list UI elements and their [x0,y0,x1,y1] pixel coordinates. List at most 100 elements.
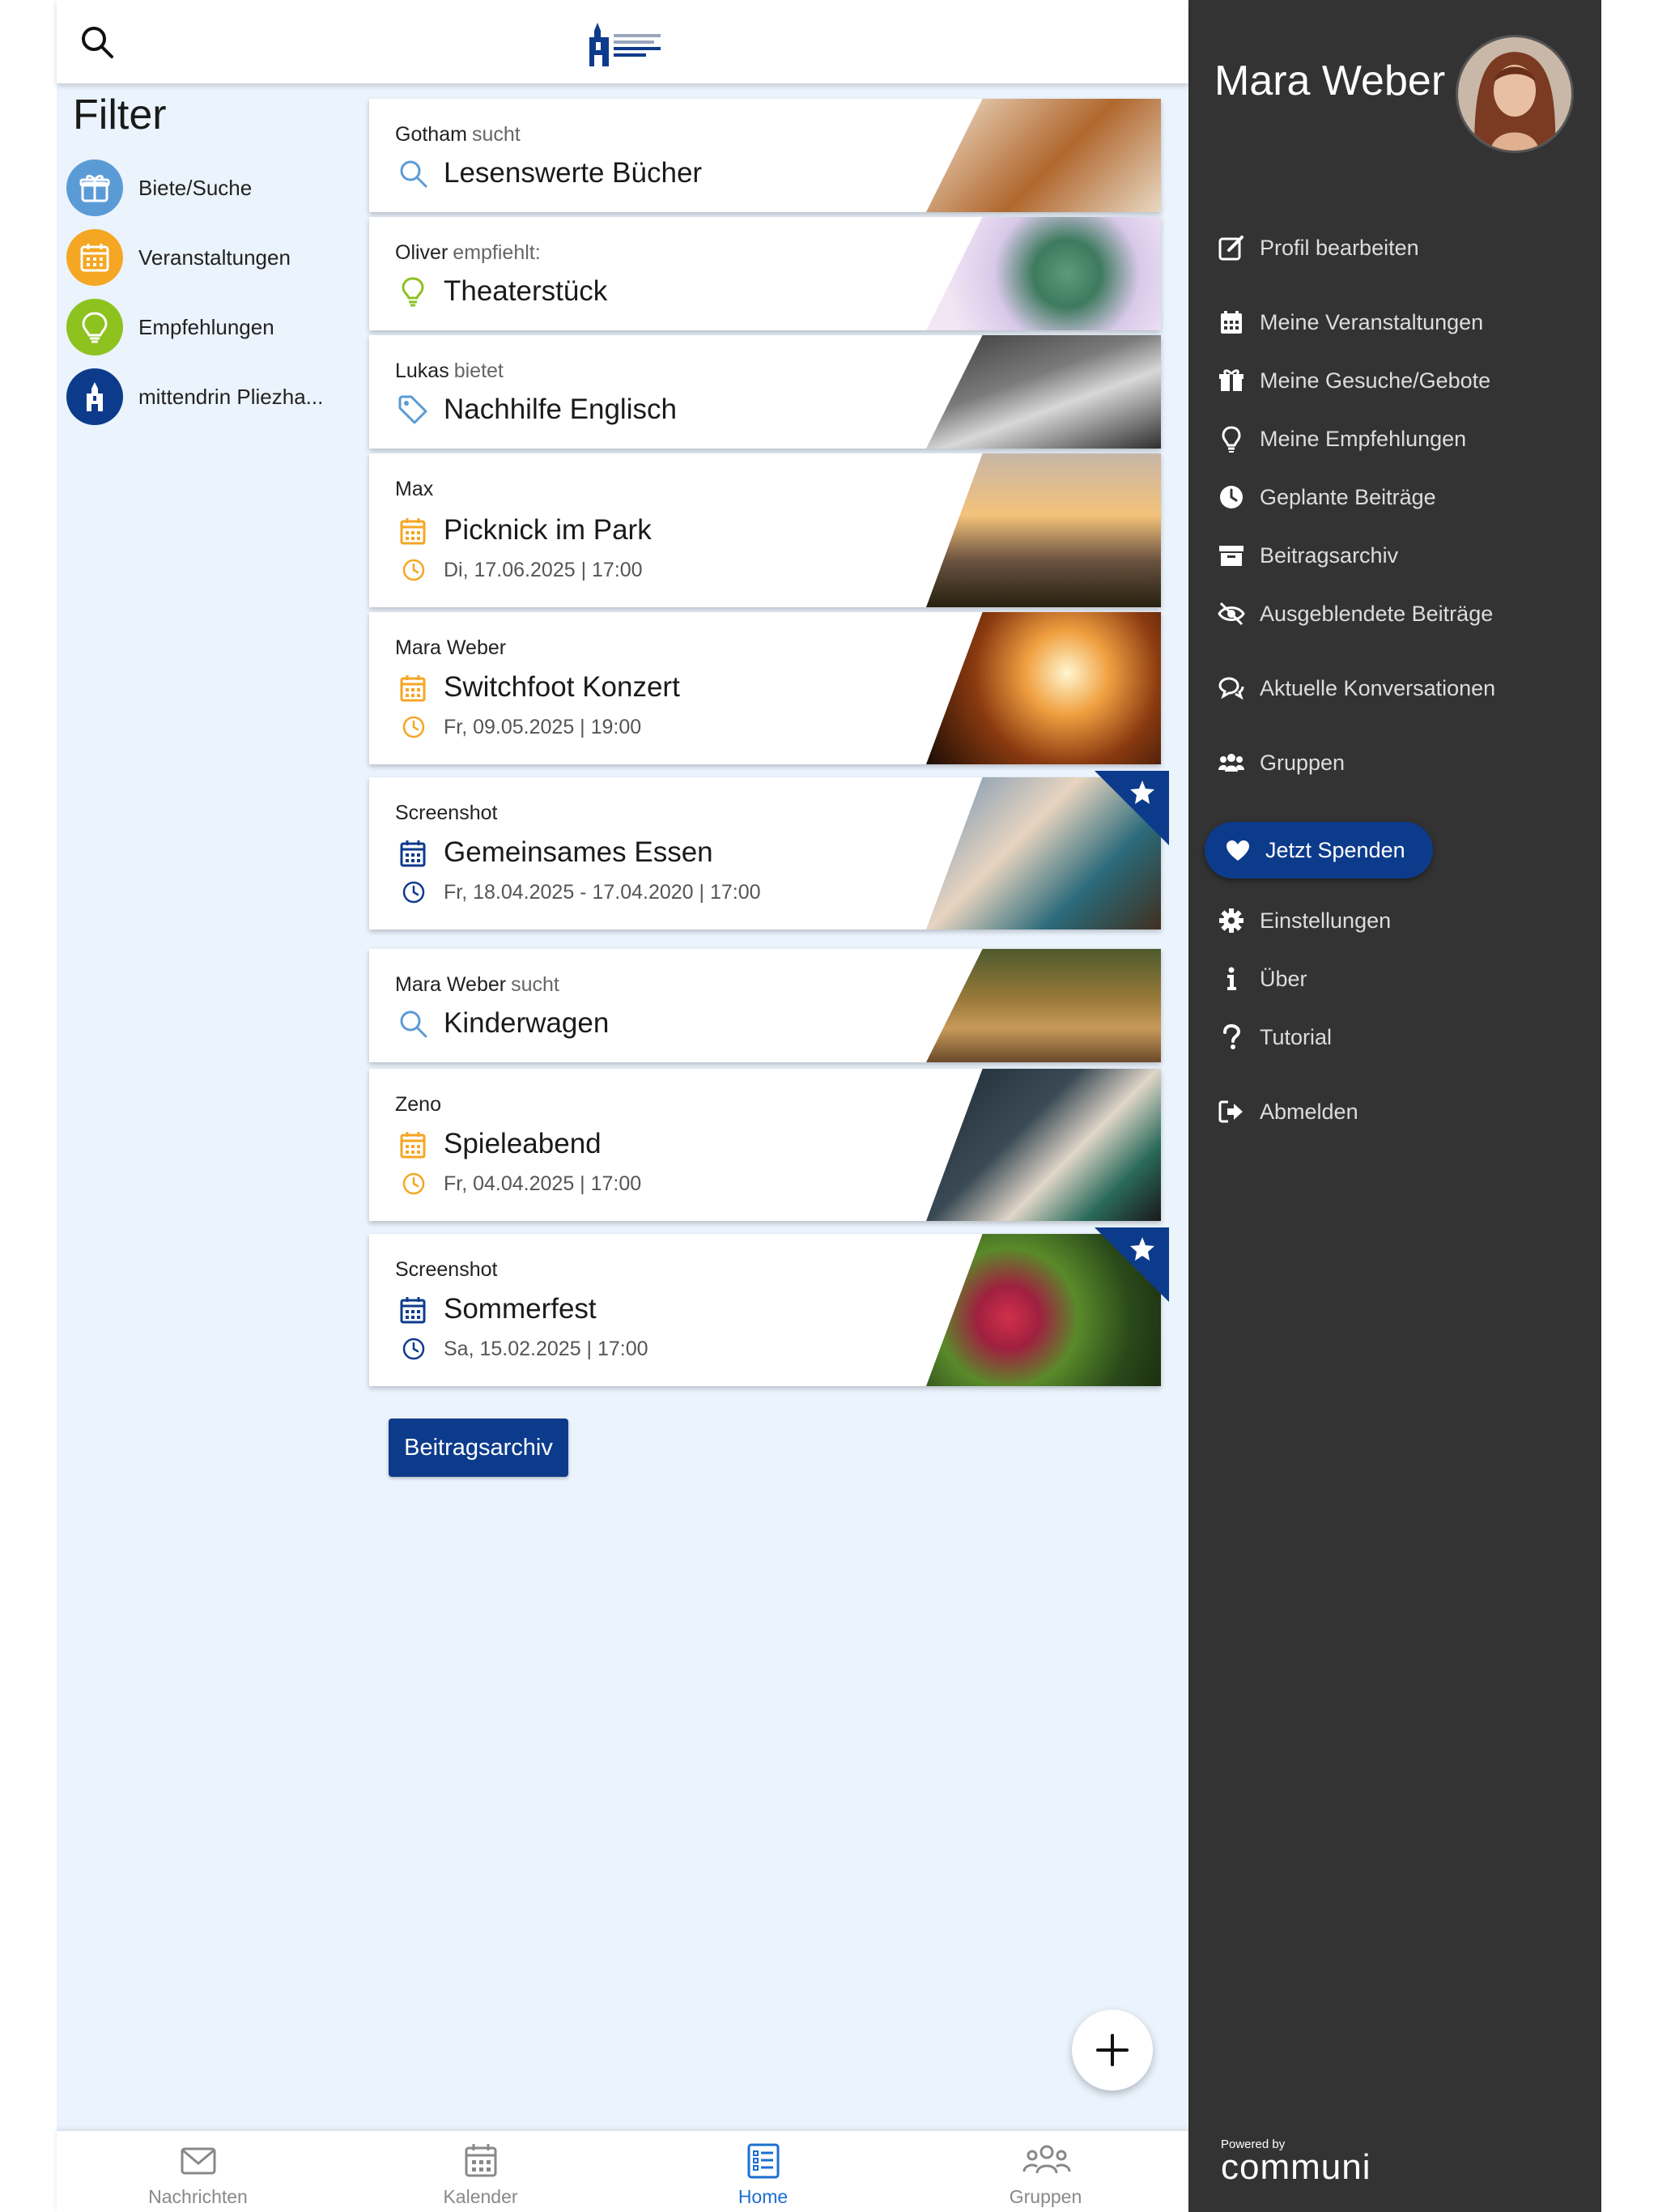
archive-button[interactable]: Beitragsarchiv [389,1419,568,1477]
clock-icon [402,1172,425,1195]
filter-icon-circle [66,368,123,425]
avatar-image [1458,37,1571,151]
filter-item-veranstaltungen[interactable]: Veranstaltungen [66,229,358,286]
lightbulb-icon [82,312,108,343]
filter-title: Filter [73,91,167,138]
calendar-icon [400,840,426,867]
menu-label: Meine Empfehlungen [1260,427,1467,451]
mail-icon [181,2147,216,2175]
calendar-icon [400,1297,426,1324]
menu-meine-gesuche-gebote[interactable]: Meine Gesuche/Gebote [1218,364,1590,396]
star-icon [1095,1227,1169,1302]
menu-geplante-beitraege[interactable]: Geplante Beiträge [1218,480,1590,513]
search-button[interactable] [78,23,117,62]
nav-label: Home [738,2186,789,2207]
lightbulb-icon [1222,426,1241,453]
menu-gruppen[interactable]: Gruppen [1218,746,1590,778]
card-title: Lesenswerte Bücher [444,157,703,189]
menu-label: Gruppen [1260,751,1346,775]
nav-home[interactable]: Home [622,2131,904,2212]
feed-card-nachhilfe-englisch[interactable]: Lukas bietet Nachhilfe Englisch [369,335,1161,449]
feed-card-lesenswerte-buecher[interactable]: Gotham sucht Lesenswerte Bücher [369,99,1161,212]
bottom-nav: Nachrichten Kalender Home Gruppen [57,2131,1188,2212]
card-photo-succulent [926,217,1161,330]
feed-card-kinderwagen[interactable]: Mara Weber sucht Kinderwagen [369,949,1161,1062]
filter-icon-circle [66,160,123,216]
church-logo-icon [589,23,661,66]
menu-label: Über [1260,967,1307,991]
nav-label: Gruppen [1009,2186,1082,2207]
add-post-button[interactable] [1072,2010,1153,2091]
nav-label: Kalender [443,2186,518,2207]
avatar[interactable] [1456,35,1574,153]
calendar-icon [400,1132,426,1159]
filter-label: Biete/Suche [138,176,253,200]
menu-ausgeblendete-beitraege[interactable]: Ausgeblendete Beiträge [1218,597,1590,629]
feed-card-gemeinsames-essen[interactable]: Screenshot Gemeinsames Essen Fr, 18.04.2… [369,771,1169,929]
menu-label: Beitragsarchiv [1260,543,1399,568]
card-date: Fr, 18.04.2025 - 17.04.2020 | 17:00 [444,881,761,904]
menu-aktuelle-konversationen[interactable]: Aktuelle Konversationen [1218,671,1590,704]
donate-label: Jetzt Spenden [1265,838,1405,862]
card-photo-chess [926,1069,1161,1221]
menu-meine-empfehlungen[interactable]: Meine Empfehlungen [1218,422,1590,454]
church-icon [87,382,103,411]
card-author: Zeno [395,1093,441,1116]
card-photo-books [926,99,1161,212]
menu-label: Meine Veranstaltungen [1260,310,1484,334]
gift-icon [1219,369,1244,391]
feed-card-picknick[interactable]: Max Picknick im Park Di, 17.06.2025 | 17… [369,453,1161,607]
card-author: Screenshot [395,1258,498,1281]
card-author: Max [395,478,434,500]
card-date: Fr, 09.05.2025 | 19:00 [444,716,642,738]
drawer-user-name: Mara Weber [1214,57,1446,104]
feed-card-sommerfest[interactable]: Screenshot Sommerfest Sa, 15.02.2025 | 1… [369,1227,1169,1386]
menu-meine-veranstaltungen[interactable]: Meine Veranstaltungen [1218,305,1590,338]
menu-beitragsarchiv[interactable]: Beitragsarchiv [1218,538,1590,571]
card-author: Mara Weber sucht [395,973,559,996]
info-icon [1227,967,1236,990]
top-bar [57,0,1188,83]
card-title: Picknick im Park [444,514,652,546]
star-icon [1095,771,1169,845]
menu-einstellungen[interactable]: Einstellungen [1218,904,1590,936]
card-date: Sa, 15.02.2025 | 17:00 [444,1338,648,1360]
filter-item-biete-suche[interactable]: Biete/Suche [66,160,358,216]
card-photo-concert [926,612,1161,764]
filter-item-mittendrin[interactable]: mittendrin Pliezha... [66,368,358,425]
clock-icon [402,559,425,581]
gear-icon [1219,908,1244,933]
nav-gruppen[interactable]: Gruppen [904,2131,1187,2212]
feed-card-switchfoot-konzert[interactable]: Mara Weber Switchfoot Konzert Fr, 09.05.… [369,612,1161,764]
search-icon [400,160,427,188]
card-date: Fr, 04.04.2025 | 17:00 [444,1172,642,1195]
menu-label: Aktuelle Konversationen [1260,676,1496,700]
calendar-icon [1221,311,1242,334]
menu-profil-bearbeiten[interactable]: Profil bearbeiten [1218,231,1590,263]
menu-label: Tutorial [1260,1025,1333,1049]
filter-item-empfehlungen[interactable]: Empfehlungen [66,299,358,355]
users-icon [1218,754,1244,772]
filter-label: mittendrin Pliezha... [138,385,324,409]
donate-button[interactable]: Jetzt Spenden [1205,822,1433,878]
menu-ueber[interactable]: Über [1218,962,1590,994]
card-author: Screenshot [395,802,498,824]
side-drawer: Mara Weber Profil bearbeiten Meine Veran… [1188,0,1601,2212]
nav-kalender[interactable]: Kalender [339,2131,622,2212]
clock-icon [402,716,425,738]
card-author: Oliver empfiehlt: [395,241,541,264]
plus-icon [1096,2034,1129,2066]
gift-icon [79,174,110,202]
menu-label: Abmelden [1260,1100,1358,1124]
calendar-icon [400,518,426,545]
menu-tutorial[interactable]: Tutorial [1218,1020,1590,1053]
clock-icon [402,1338,425,1360]
clock-icon [402,881,425,904]
menu-label: Geplante Beiträge [1260,485,1436,509]
feed-card-spieleabend[interactable]: Zeno Spieleabend Fr, 04.04.2025 | 17:00 [369,1069,1161,1221]
menu-abmelden[interactable]: Abmelden [1218,1095,1590,1127]
nav-nachrichten[interactable]: Nachrichten [57,2131,339,2212]
card-photo-family [926,949,1161,1062]
card-photo-desk [926,335,1161,449]
feed-card-theaterstueck[interactable]: Oliver empfiehlt: Theaterstück [369,217,1161,330]
